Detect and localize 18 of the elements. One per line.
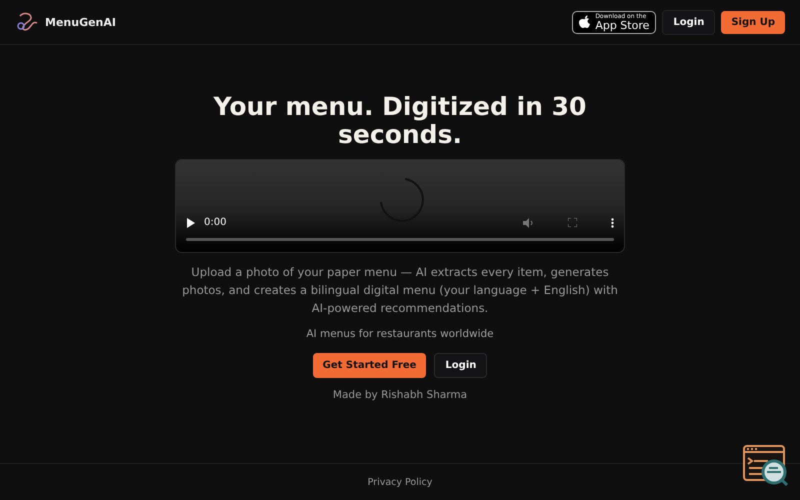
loading-spinner — [377, 176, 425, 224]
play-icon[interactable] — [186, 218, 195, 228]
sign-up-button[interactable]: Sign Up — [721, 10, 785, 34]
time-display: 0:00 — [204, 217, 226, 228]
more-options-icon[interactable] — [611, 218, 614, 228]
apple-icon — [579, 15, 592, 29]
volume-icon[interactable] — [523, 218, 534, 228]
tagline: AI menus for restaurants worldwide — [305, 327, 495, 342]
hero-title: Your menu. Digitized in 30 seconds. — [212, 93, 588, 149]
login-button[interactable]: Login — [662, 10, 716, 34]
brand-name: MenuGenAI — [45, 16, 116, 28]
fullscreen-icon[interactable] — [568, 218, 577, 227]
description: Upload a photo of your paper menu — AI extracts every item, generates photos, and creates a bilingual digital menu (your language + English) with AI-powered recommendations. — [181, 264, 619, 317]
author-credit: Made by Rishabh Sharma — [332, 388, 468, 403]
get-started-button[interactable]: Get Started Free — [312, 353, 426, 378]
privacy-policy-link[interactable]: Privacy Policy — [368, 477, 432, 488]
login-button[interactable]: Login — [434, 353, 488, 378]
chat-widget-icon[interactable] — [742, 444, 790, 488]
